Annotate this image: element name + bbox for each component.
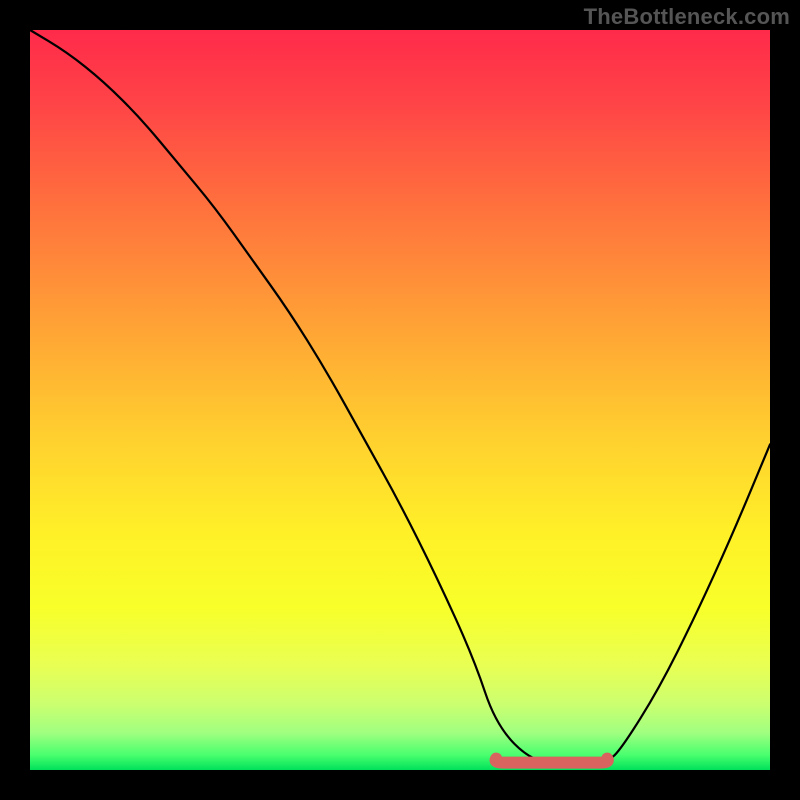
- plot-area: [30, 30, 770, 770]
- bottleneck-curve-svg: [30, 30, 770, 770]
- bottleneck-curve-line: [30, 30, 770, 763]
- valley-marker: [496, 759, 608, 763]
- chart-frame: TheBottleneck.com: [0, 0, 800, 800]
- watermark-text: TheBottleneck.com: [584, 4, 790, 30]
